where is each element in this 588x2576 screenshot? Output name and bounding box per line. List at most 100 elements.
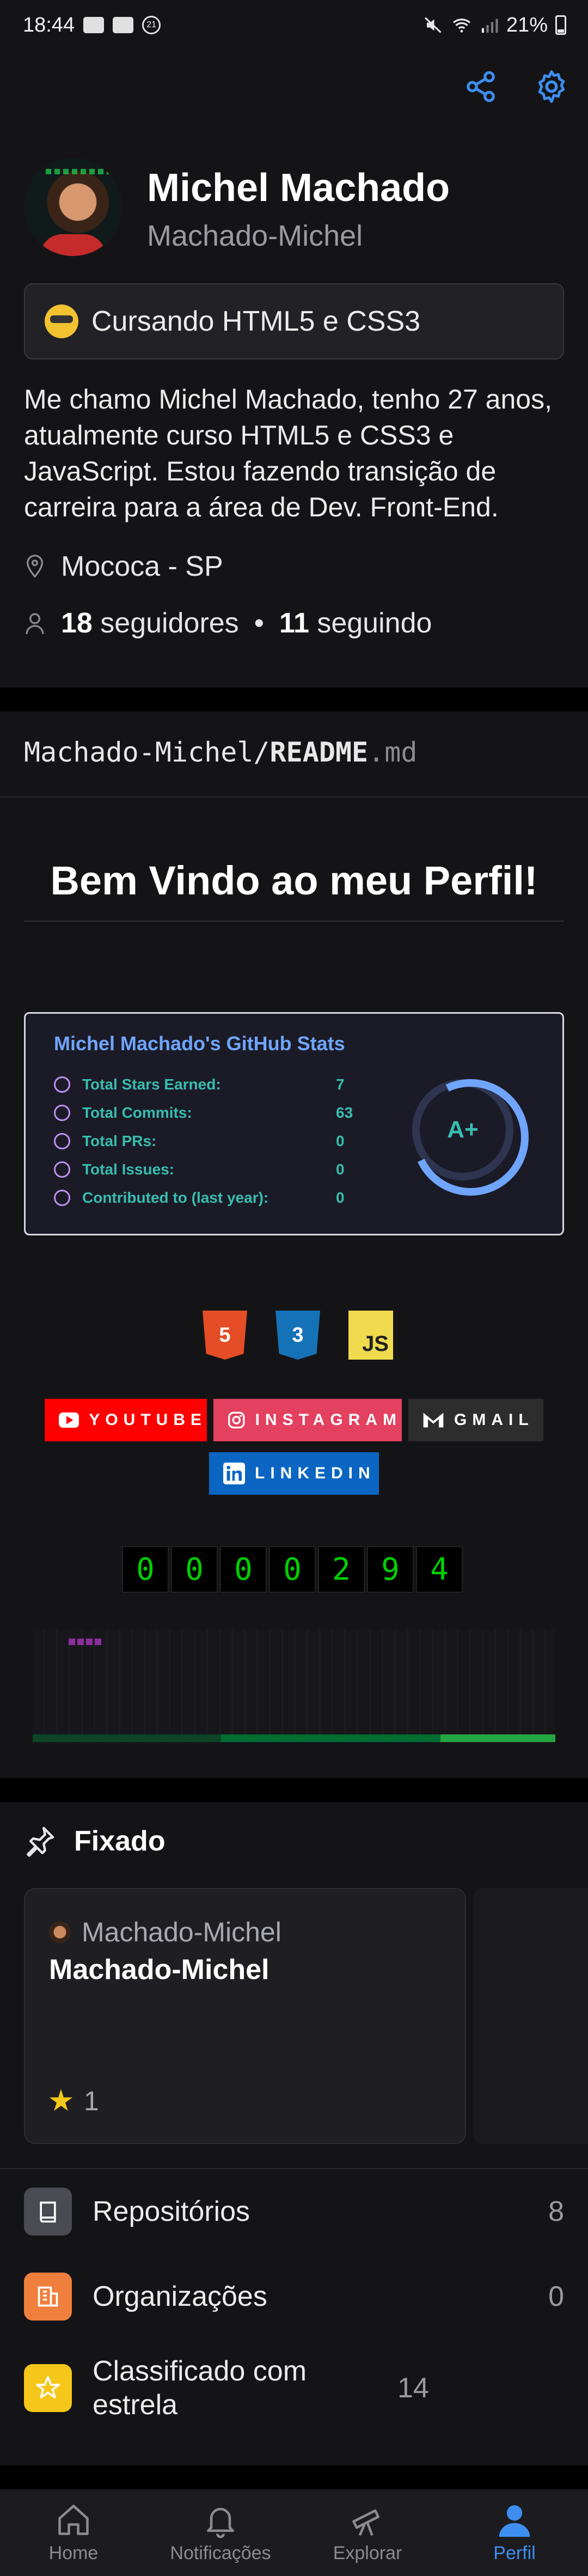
location-pin-icon <box>26 555 44 578</box>
follow-stats[interactable]: 18 seguidores • 11 seguindo <box>24 607 432 640</box>
section-divider <box>0 687 588 711</box>
stats-value: 63 <box>336 1104 353 1121</box>
stats-row: Total Commits: 63 <box>54 1104 353 1122</box>
readme-ext: .md <box>368 736 418 768</box>
pinned-star-count: 1 <box>84 2086 99 2116</box>
counter-digit: 9 <box>367 1546 414 1593</box>
contribution-segment-0 <box>33 1734 221 1742</box>
youtube-label: YOUTUBE <box>89 1411 207 1429</box>
pinned-owner: Machado-Michel <box>49 1916 281 1948</box>
organization-icon <box>24 2273 72 2321</box>
list-item-organizations[interactable]: Organizações 0 <box>24 2273 564 2321</box>
heading-underline <box>24 921 564 922</box>
section-divider <box>0 2168 588 2169</box>
gmail-icon <box>423 1412 444 1428</box>
nav-notifications[interactable]: Notificações <box>147 2489 294 2576</box>
contribution-segment-1 <box>220 1734 440 1742</box>
linkedin-label: LINKEDIN <box>255 1464 376 1482</box>
instagram-badge[interactable]: INSTAGRAM <box>213 1399 402 1441</box>
nav-home[interactable]: Home <box>0 2489 147 2576</box>
notification-count-icon: 21 <box>142 16 161 34</box>
sunglasses-emoji-icon <box>45 305 78 338</box>
pinned-title: Fixado <box>74 1825 166 1857</box>
nav-label: Explorar <box>333 2543 402 2563</box>
youtube-icon <box>59 1412 79 1428</box>
stats-label: Total PRs: <box>82 1132 157 1149</box>
section-divider <box>0 2465 588 2489</box>
following-count: 11 <box>279 607 309 639</box>
instagram-icon <box>228 1411 245 1429</box>
youtube-badge[interactable]: YOUTUBE <box>45 1399 207 1441</box>
location-text: Mococa - SP <box>61 551 223 582</box>
issue-icon <box>54 1161 70 1178</box>
next-pinned-card[interactable] <box>473 1888 588 2144</box>
grade-text: A+ <box>447 1116 479 1143</box>
profile-toolbar <box>460 65 573 108</box>
profile-login: Machado-Michel <box>147 220 363 252</box>
instagram-label: INSTAGRAM <box>255 1411 402 1429</box>
pinned-repo-name: Machado-Michel <box>49 1954 270 1986</box>
javascript-icon: JS <box>348 1311 393 1360</box>
nav-explore[interactable]: Explorar <box>294 2489 441 2576</box>
battery-icon <box>555 15 566 35</box>
list-label: Organizações <box>93 2281 267 2312</box>
history-icon <box>54 1105 70 1121</box>
list-count: 0 <box>548 2281 564 2312</box>
list-item-repositories[interactable]: Repositórios 8 <box>24 2188 564 2236</box>
counter-digit: 2 <box>318 1546 365 1593</box>
person-icon <box>26 613 44 635</box>
counter-digit: 0 <box>220 1546 267 1593</box>
list-item-starred[interactable]: Classificado com estrela 14 <box>24 2354 564 2422</box>
gmail-label: GMAIL <box>454 1411 534 1429</box>
status-time: 18:44 <box>23 13 75 36</box>
home-icon <box>58 2505 89 2535</box>
followers-link[interactable]: 18 seguidores <box>61 607 239 640</box>
visitor-counter: 0 0 0 0 2 9 4 <box>122 1546 463 1593</box>
stats-row: Total Issues: 0 <box>54 1161 345 1178</box>
tech-icons: 5 3 JS <box>203 1311 393 1360</box>
readme-divider <box>0 796 588 797</box>
star-icon <box>54 1076 70 1093</box>
html5-icon: 5 <box>203 1311 247 1360</box>
contribution-graph <box>33 1629 555 1743</box>
bottom-navigation: Home Notificações Explorar Perfil <box>0 2489 588 2576</box>
person-icon <box>499 2505 530 2537</box>
readme-heading: Bem Vindo ao meu Perfil! <box>50 858 538 903</box>
following-link[interactable]: 11 seguindo <box>279 607 432 640</box>
gear-icon <box>538 70 565 103</box>
counter-digit: 0 <box>269 1546 316 1593</box>
readme-title[interactable]: Machado-Michel/README.md <box>24 736 417 768</box>
owner-avatar <box>49 1921 71 1943</box>
gmail-badge[interactable]: GMAIL <box>408 1399 543 1441</box>
signal-icon <box>481 19 498 33</box>
avatar[interactable] <box>24 158 122 256</box>
pinned-owner-name: Machado-Michel <box>82 1917 281 1947</box>
list-label: Classificado com estrela <box>93 2355 307 2421</box>
linkedin-badge[interactable]: LINKEDIN <box>209 1452 379 1495</box>
settings-button[interactable] <box>530 65 573 108</box>
list-count: 14 <box>397 2372 429 2404</box>
contribution-bar <box>33 1734 555 1742</box>
share-icon <box>467 71 495 102</box>
following-label: seguindo <box>317 607 432 639</box>
share-button[interactable] <box>460 65 502 108</box>
user-status-text: Cursando HTML5 e CSS3 <box>91 306 421 337</box>
stats-label: Total Issues: <box>82 1161 175 1178</box>
repo-icon <box>24 2188 72 2236</box>
grade-ring: A+ <box>412 1079 513 1180</box>
star-icon <box>24 2364 72 2412</box>
list-count: 8 <box>548 2196 564 2227</box>
css3-icon: 3 <box>275 1311 320 1360</box>
profile-bio: Me chamo Michel Machado, tenho 27 anos, … <box>24 384 552 522</box>
pinned-repo-card[interactable]: Machado-Michel Machado-Michel 1 <box>24 1888 466 2144</box>
separator-dot: • <box>254 607 264 639</box>
profile-name: Michel Machado <box>147 166 450 210</box>
github-stats-card: Michel Machado's GitHub Stats Total Star… <box>24 1012 564 1235</box>
nav-label: Notificações <box>170 2543 271 2563</box>
stats-row: Total Stars Earned: 7 <box>54 1076 345 1093</box>
stats-row: Total PRs: 0 <box>54 1132 345 1150</box>
wifi-icon <box>452 19 471 33</box>
user-status[interactable]: Cursando HTML5 e CSS3 <box>24 283 564 360</box>
counter-digit: 0 <box>122 1546 169 1593</box>
nav-profile[interactable]: Perfil <box>441 2489 588 2576</box>
